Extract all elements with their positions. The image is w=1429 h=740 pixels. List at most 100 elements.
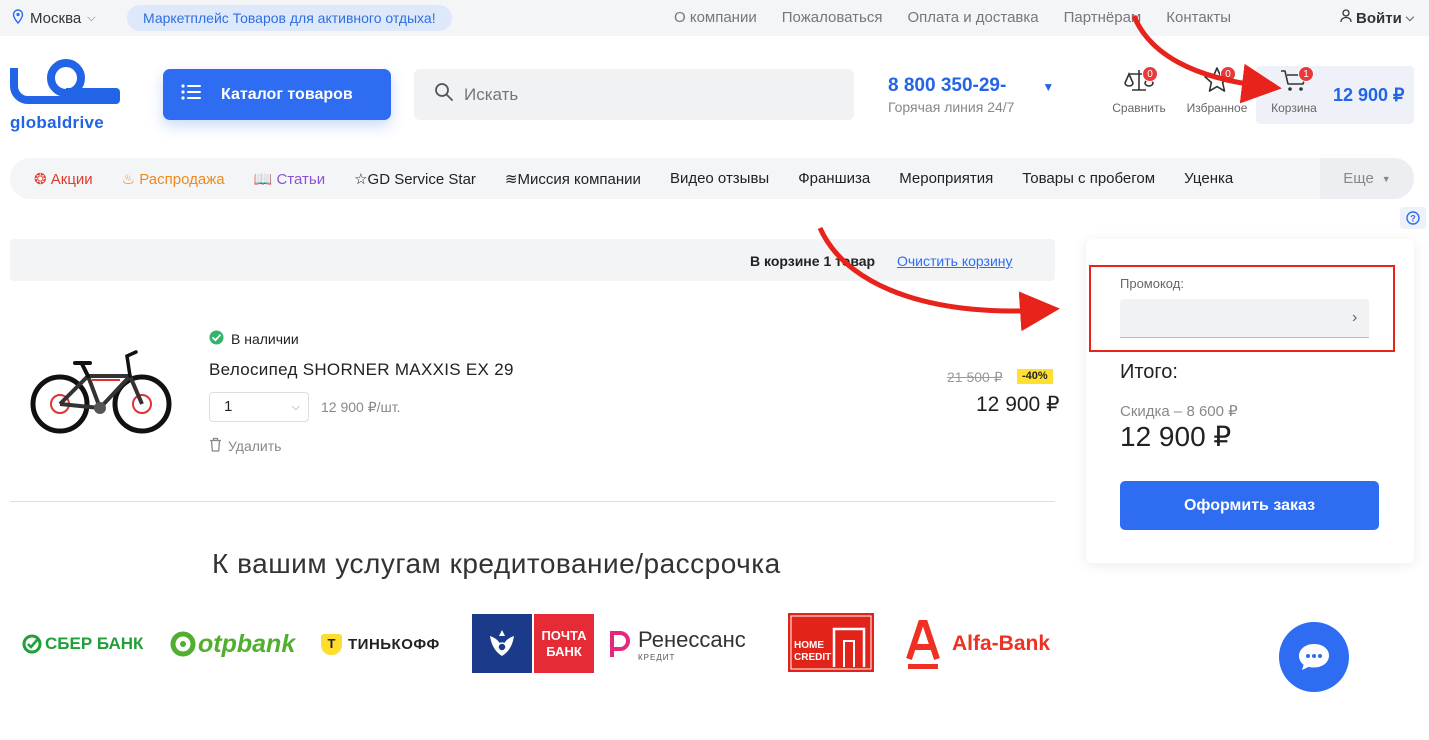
cart-button[interactable]: 1 Корзина: [1266, 66, 1322, 115]
compare-button[interactable]: 0 Сравнить: [1108, 66, 1170, 115]
nav-label: Статьи: [276, 170, 326, 188]
bank-logo-alfa: Alfa-Bank: [906, 616, 1050, 672]
pochta-emblem: [472, 614, 532, 673]
logo-text: globaldrive: [10, 113, 104, 132]
annotation-highlight-box: [1089, 265, 1395, 352]
search-box: [414, 69, 854, 120]
bank-logo-sber: СБЕР БАНК: [22, 616, 143, 672]
credit-title: К вашим услугам кредитование/рассрочка: [212, 548, 781, 579]
quantity-value: 1: [224, 398, 233, 415]
nav-item-service-star[interactable]: ☆GD Service Star: [354, 170, 476, 188]
bank-subname: КРЕДИТ: [638, 652, 676, 662]
bank-name: ТИНЬКОФФ: [348, 635, 440, 653]
delete-button[interactable]: Удалить: [209, 437, 281, 455]
otp-logo-icon: [170, 631, 196, 657]
delete-label: Удалить: [228, 438, 282, 454]
login-label: Войти: [1356, 9, 1402, 27]
phone-number[interactable]: 8 800 350-29- ▼: [888, 75, 1054, 97]
discount-badge: -40%: [1017, 369, 1053, 384]
bank-name: Alfa-Bank: [952, 632, 1051, 655]
nav-label: Распродажа: [139, 170, 225, 188]
toplink-complain[interactable]: Пожаловаться: [782, 9, 883, 26]
top-links: О компании Пожаловаться Оплата и доставк…: [674, 9, 1231, 26]
fire-icon: ♨: [121, 170, 140, 188]
login-button[interactable]: Войти ⌵: [1340, 9, 1414, 27]
alfa-logo-icon: [906, 620, 940, 669]
chevron-down-icon: ⌵: [87, 12, 96, 24]
bank-name: Ренессанс: [638, 626, 746, 652]
old-price: 21 500 ₽: [947, 369, 1003, 385]
favorites-badge: 0: [1220, 66, 1236, 82]
clear-cart-link[interactable]: Очистить корзину: [897, 253, 1013, 269]
city-label: Москва: [30, 10, 82, 27]
tinkoff-shield-icon: T: [321, 633, 342, 655]
bank-name: HOME CREDIT: [794, 639, 832, 663]
sber-logo-icon: [22, 634, 42, 654]
nav-item-events[interactable]: Мероприятия: [899, 170, 993, 187]
bank-name: otpbank: [198, 629, 296, 658]
toplink-partners[interactable]: Партнёрам: [1064, 9, 1142, 26]
location-pin-icon: [12, 9, 24, 28]
stock-status: В наличии: [209, 330, 299, 348]
catalog-label: Каталог товаров: [221, 85, 353, 103]
book-icon: 📖: [253, 170, 277, 188]
percent-icon: ❂: [34, 170, 51, 188]
marketplace-pill[interactable]: Маркетплейс Товаров для активного отдыха…: [127, 5, 452, 31]
compare-badge: 0: [1142, 66, 1158, 82]
category-nav: ❂ Акции ♨ Распродажа 📖 Статьи ☆GD Servic…: [10, 158, 1414, 199]
nav-item-sale[interactable]: ♨ Распродажа: [122, 170, 225, 188]
check-circle-icon: [209, 330, 224, 348]
more-label: Еще: [1343, 170, 1374, 187]
nav-item-markdown[interactable]: Уценка: [1184, 170, 1233, 187]
toplink-payment[interactable]: Оплата и доставка: [907, 9, 1038, 26]
nav-label: Акции: [50, 170, 93, 188]
chevron-down-icon: ▼: [1381, 173, 1391, 184]
pochta-text-block: ПОЧТА БАНК: [534, 614, 594, 673]
city-selector[interactable]: Москва ⌵: [12, 9, 96, 28]
nav-label: Миссия компании: [517, 170, 641, 188]
nav-item-used[interactable]: Товары с пробегом: [1022, 170, 1155, 187]
nav-item-promo[interactable]: ❂ Акции: [34, 170, 93, 188]
divider: [10, 501, 1055, 502]
search-input[interactable]: [464, 84, 844, 105]
cart-badge: 1: [1298, 66, 1314, 82]
chevron-down-icon: ⌵: [291, 401, 300, 413]
nav-item-mission[interactable]: ≋Миссия компании: [505, 170, 641, 188]
mission-icon: ≋: [504, 170, 518, 188]
nav-item-video-reviews[interactable]: Видео отзывы: [670, 170, 769, 187]
bank-logo-otp: otpbank: [170, 616, 295, 672]
discount-text: Скидка – 8 600 ₽: [1120, 403, 1238, 420]
order-total: 12 900 ₽: [1120, 421, 1232, 452]
list-icon: [181, 84, 203, 105]
cart-total[interactable]: 12 900 ₽: [1333, 85, 1405, 106]
renaissance-logo-icon: [610, 631, 630, 657]
toplink-contacts[interactable]: Контакты: [1166, 9, 1231, 26]
search-icon: [434, 82, 454, 107]
nav-more-button[interactable]: Еще ▼: [1320, 158, 1414, 199]
product-image[interactable]: [30, 346, 172, 438]
favorites-label: Избранное: [1186, 101, 1248, 115]
nav-item-articles[interactable]: 📖 Статьи: [254, 170, 325, 188]
help-button[interactable]: ?: [1400, 207, 1426, 229]
logo-icon: [10, 59, 120, 104]
quantity-select[interactable]: 1 ⌵: [209, 392, 309, 422]
product-name[interactable]: Велосипед SHORNER MAXXIS EX 29: [209, 360, 514, 380]
user-icon: [1340, 9, 1352, 27]
favorites-button[interactable]: 0 Избранное: [1182, 66, 1252, 115]
chevron-down-icon: ▼: [1042, 80, 1055, 94]
checkout-button[interactable]: Оформить заказ: [1120, 481, 1379, 530]
bicycle-image: [30, 350, 172, 434]
toplink-about[interactable]: О компании: [674, 9, 757, 26]
nav-item-franchise[interactable]: Франшиза: [798, 170, 870, 187]
homecredit-box: HOME CREDIT: [788, 612, 874, 672]
nav-label: GD Service Star: [367, 170, 476, 188]
total-label: Итого:: [1120, 361, 1178, 383]
cart-count-text: В корзине 1 товар: [750, 253, 876, 269]
star-outline-icon: ☆: [354, 170, 368, 188]
catalog-button[interactable]: Каталог товаров: [163, 69, 391, 120]
bank-logo-renaissance: Ренессанс КРЕДИТ: [608, 616, 746, 672]
hotline-label: Горячая линия 24/7: [888, 99, 1015, 115]
chat-button[interactable]: [1279, 622, 1349, 692]
bank-name: СБЕР БАНК: [45, 634, 144, 653]
stock-label: В наличии: [231, 331, 299, 347]
